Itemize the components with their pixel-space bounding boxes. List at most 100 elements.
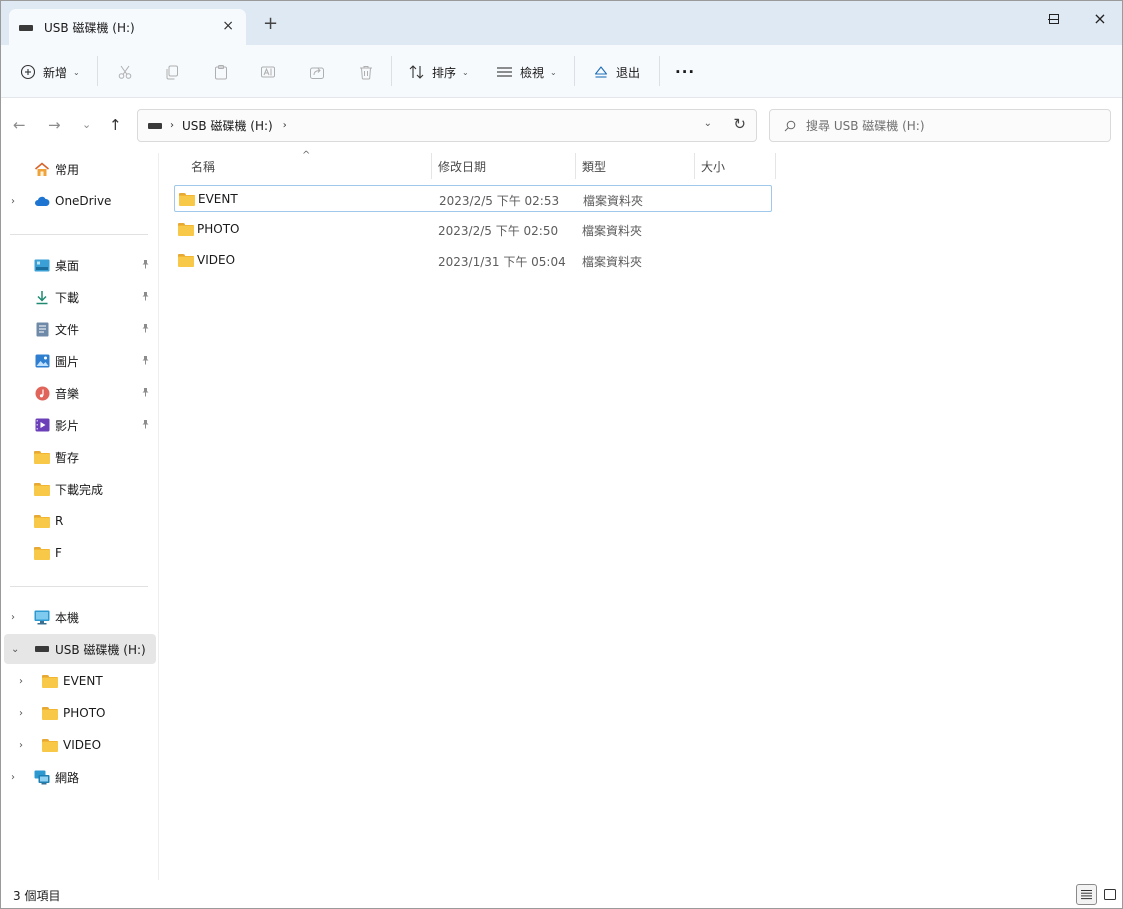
chevron-down-icon: ⌄ (73, 67, 80, 77)
address-history-dropdown[interactable]: ⌄ (704, 118, 712, 129)
tab-close-icon[interactable]: × (222, 18, 234, 34)
collapse-chevron-icon[interactable]: ⌄ (11, 644, 19, 655)
column-header-type[interactable]: 類型 (582, 153, 694, 179)
music-icon (34, 386, 50, 400)
usb-drive-icon (148, 122, 162, 129)
expand-chevron-icon[interactable]: › (19, 708, 23, 719)
chevron-down-icon: ⌄ (462, 67, 469, 77)
sidebar-item-downloads[interactable]: 下載 (1, 282, 156, 312)
search-icon (784, 120, 796, 131)
close-button[interactable]: × (1077, 1, 1122, 37)
pin-icon[interactable] (141, 355, 150, 368)
sidebar-item-usb-drive[interactable]: ⌄ USB 磁碟機 (H:) (4, 634, 156, 664)
navigation-bar: ← → ⌄ ↑ › USB 磁碟機 (H:) › ⌄ ↻ (1, 98, 1122, 153)
breadcrumb-usb-drive[interactable]: USB 磁碟機 (H:) (182, 117, 273, 134)
sidebar-item-event-folder[interactable]: › EVENT (1, 666, 156, 696)
details-view-button[interactable] (1076, 884, 1097, 905)
sidebar-item-this-pc[interactable]: › 本機 (1, 602, 156, 632)
usb-drive-icon (19, 25, 33, 31)
recent-locations-button[interactable]: ⌄ (82, 118, 91, 131)
new-tab-button[interactable]: + (263, 15, 278, 33)
pin-icon[interactable] (141, 323, 150, 336)
forward-button[interactable]: → (48, 116, 61, 134)
pin-icon[interactable] (141, 259, 150, 272)
cut-button[interactable] (117, 58, 133, 86)
delete-button[interactable] (358, 58, 374, 86)
view-list-icon (497, 67, 512, 77)
sidebar-divider (10, 586, 148, 587)
eject-button[interactable]: 退出 (593, 58, 640, 86)
tab-usb-drive[interactable]: USB 磁碟機 (H:) × (9, 9, 246, 45)
column-divider[interactable] (694, 153, 695, 179)
sidebar-item-folder[interactable]: 暫存 (1, 442, 156, 472)
breadcrumb-chevron-icon[interactable]: › (283, 120, 287, 131)
address-bar[interactable]: › USB 磁碟機 (H:) › ⌄ ↻ (137, 109, 757, 142)
column-header-name[interactable]: 名稱 (191, 153, 431, 179)
sidebar-item-folder[interactable]: F (1, 538, 156, 568)
sidebar-item-label: OneDrive (55, 194, 112, 208)
file-list-view: ^ 名稱 修改日期 類型 大小 EVENT 2023/2/5 下午 02:53 … (160, 150, 1122, 880)
tab-title: USB 磁碟機 (H:) (44, 20, 135, 35)
table-row[interactable]: VIDEO 2023/1/31 下午 05:04 檔案資料夾 (174, 247, 772, 274)
sidebar-item-videos[interactable]: 影片 (1, 410, 156, 440)
sidebar-item-folder[interactable]: R (1, 506, 156, 536)
sidebar-item-onedrive[interactable]: › OneDrive (1, 186, 156, 216)
sidebar-item-folder[interactable]: 下載完成 (1, 474, 156, 504)
expand-chevron-icon[interactable]: › (19, 676, 23, 687)
more-icon: ··· (675, 63, 696, 81)
file-name: EVENT (198, 192, 238, 206)
table-row[interactable]: PHOTO 2023/2/5 下午 02:50 檔案資料夾 (174, 216, 772, 243)
sidebar-item-label: F (55, 546, 62, 560)
sidebar-item-music[interactable]: 音樂 (1, 378, 156, 408)
file-type: 檔案資料夾 (582, 255, 643, 269)
column-header-label: 大小 (701, 159, 726, 174)
more-options-button[interactable]: ··· (675, 58, 695, 86)
back-button[interactable]: ← (13, 116, 26, 134)
navigation-pane: 常用 › OneDrive 桌面 下載 文件 圖片 音樂 影片 暫存 下載完成 … (1, 153, 159, 880)
sidebar-item-home[interactable]: 常用 (1, 154, 156, 184)
sidebar-item-label: VIDEO (63, 738, 102, 752)
sidebar-item-video-folder[interactable]: › VIDEO (1, 730, 156, 760)
table-row[interactable]: EVENT 2023/2/5 下午 02:53 檔案資料夾 (174, 185, 772, 212)
cloud-icon (34, 194, 50, 208)
copy-button[interactable] (164, 58, 180, 86)
file-type: 檔案資料夾 (582, 224, 643, 238)
column-header-modified[interactable]: 修改日期 (438, 153, 575, 179)
up-button[interactable]: ↑ (109, 116, 122, 134)
new-button[interactable]: 新增 ⌄ (20, 58, 80, 86)
large-icons-view-button[interactable] (1099, 884, 1120, 905)
sidebar-item-label: 圖片 (55, 354, 80, 369)
expand-chevron-icon[interactable]: › (11, 772, 15, 783)
maximize-button[interactable] (1031, 1, 1077, 37)
paste-button[interactable] (213, 58, 229, 86)
file-modified: 2023/2/5 下午 02:53 (439, 194, 560, 208)
column-divider[interactable] (431, 153, 432, 179)
search-input[interactable] (806, 118, 1096, 133)
file-modified: 2023/1/31 下午 05:04 (438, 255, 566, 269)
toolbar-divider (97, 56, 98, 86)
search-box[interactable] (769, 109, 1111, 142)
sidebar-item-network[interactable]: › 網路 (1, 762, 156, 792)
pin-icon[interactable] (141, 387, 150, 400)
expand-chevron-icon[interactable]: › (19, 740, 23, 751)
expand-chevron-icon[interactable]: › (11, 196, 15, 207)
eject-button-label: 退出 (616, 65, 641, 80)
refresh-button[interactable]: ↻ (733, 115, 746, 133)
column-divider[interactable] (575, 153, 576, 179)
rename-button[interactable] (260, 58, 276, 86)
pin-icon[interactable] (141, 291, 150, 304)
toolbar-divider (391, 56, 392, 86)
pin-icon[interactable] (141, 419, 150, 432)
column-header-label: 類型 (582, 159, 607, 174)
view-button[interactable]: 檢視 ⌄ (496, 58, 557, 86)
column-divider[interactable] (775, 153, 776, 179)
sidebar-item-documents[interactable]: 文件 (1, 314, 156, 344)
sidebar-item-pictures[interactable]: 圖片 (1, 346, 156, 376)
sidebar-item-photo-folder[interactable]: › PHOTO (1, 698, 156, 728)
column-header-size[interactable]: 大小 (701, 153, 775, 179)
sort-button[interactable]: 排序 ⌄ (408, 58, 469, 86)
expand-chevron-icon[interactable]: › (11, 612, 15, 623)
sidebar-item-desktop[interactable]: 桌面 (1, 250, 156, 280)
share-button[interactable] (309, 58, 325, 86)
computer-icon (34, 610, 50, 624)
